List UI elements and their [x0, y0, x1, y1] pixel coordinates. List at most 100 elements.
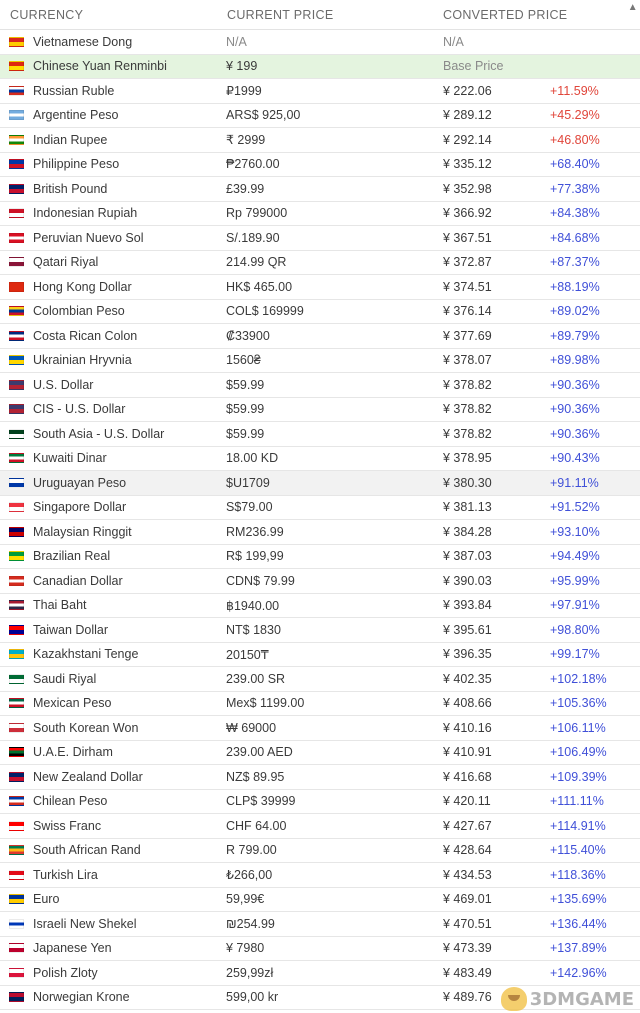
converted-price: ¥ 393.84 [443, 598, 492, 613]
currency-name: Philippine Peso [33, 157, 120, 172]
price-difference-percent: +106.11% [550, 720, 606, 735]
flag-cell [0, 600, 33, 611]
column-header-current-price[interactable]: CURRENT PRICE [227, 8, 443, 22]
table-row[interactable]: Chilean Peso CLP$ 39999 ¥ 420.11 +111.11% [0, 790, 640, 814]
table-row[interactable]: South African Rand R 799.00 ¥ 428.64 +115.4… [0, 839, 640, 863]
currency-name: Mexican Peso [33, 696, 112, 711]
sort-ascending-icon[interactable]: ▲ [628, 2, 638, 13]
table-row[interactable]: Chinese Yuan Renminbi ¥ 199 Base Price [0, 54, 640, 79]
current-price: NT$ 1830 [226, 622, 281, 637]
table-row[interactable]: Polish Zloty 259,99zł ¥ 483.49 +142.96% [0, 961, 640, 986]
table-row[interactable]: Euro 59,99€ ¥ 469.01 +135.69% [0, 888, 640, 912]
current-price: 239.00 SR [226, 671, 286, 686]
flag-cell [0, 183, 33, 194]
current-price: ₹ 2999 [226, 133, 266, 148]
price-difference-percent: +136.44% [550, 916, 607, 931]
flag-cell [0, 992, 33, 1003]
flag-cell [0, 673, 33, 684]
country-flag-icon [9, 355, 24, 366]
table-row[interactable]: Costa Rican Colon ₡33900 ¥ 377.69 +89.79% [0, 324, 640, 349]
table-row[interactable]: British Pound £39.99 ¥ 352.98 +77.38% [0, 177, 640, 202]
table-row[interactable]: Mexican Peso Mex$ 1199.00 ¥ 408.66 +105.36% [0, 692, 640, 716]
column-header-currency[interactable]: CURRENCY [0, 8, 227, 22]
table-row[interactable]: New Zealand Dollar NZ$ 89.95 ¥ 416.68 +109.… [0, 765, 640, 790]
country-flag-icon [9, 477, 24, 488]
table-row[interactable]: Hong Kong Dollar HK$ 465.00 ¥ 374.51 +88.19… [0, 275, 640, 300]
table-row[interactable]: Brazilian Real R$ 199,99 ¥ 387.03 +94.49% [0, 545, 640, 569]
converted-price: ¥ 416.68 [443, 769, 492, 784]
table-row[interactable]: Taiwan Dollar NT$ 1830 ¥ 395.61 +98.80% [0, 618, 640, 643]
currency-name: Thai Baht [33, 598, 87, 613]
flag-cell [0, 845, 33, 856]
table-row[interactable]: Swiss Franc CHF 64.00 ¥ 427.67 +114.91% [0, 814, 640, 839]
flag-cell [0, 208, 33, 219]
flag-cell [0, 330, 33, 341]
table-row[interactable]: Indonesian Rupiah Rp 799000 ¥ 366.92 +84.38… [0, 202, 640, 226]
currency-name: U.S. Dollar [33, 377, 94, 392]
table-row[interactable]: Turkish Lira ₺266,00 ¥ 434.53 +118.36% [0, 863, 640, 888]
price-difference-percent: +77.38% [550, 181, 600, 196]
table-row[interactable]: Kazakhstani Tenge 20150₸ ¥ 396.35 +99.17% [0, 643, 640, 667]
flag-cell [0, 355, 33, 366]
table-row[interactable]: Canadian Dollar CDN$ 79.99 ¥ 390.03 +95.99% [0, 569, 640, 594]
converted-price: ¥ 367.51 [443, 230, 492, 245]
table-row[interactable]: Singapore Dollar S$79.00 ¥ 381.13 +91.52% [0, 496, 640, 520]
table-row[interactable]: Kuwaiti Dinar 18.00 KD ¥ 378.95 +90.43% [0, 447, 640, 471]
flag-cell [0, 477, 33, 488]
flag-cell [0, 796, 33, 807]
currency-name: Hong Kong Dollar [33, 279, 132, 294]
table-row[interactable]: Saudi Riyal 239.00 SR ¥ 402.35 +102.18% [0, 667, 640, 692]
table-row[interactable]: Malaysian Ringgit RM236.99 ¥ 384.28 +93.10% [0, 520, 640, 545]
column-header-converted-price[interactable]: CONVERTED PRICE [443, 8, 640, 22]
table-row[interactable]: Qatari Riyal 214.99 QR ¥ 372.87 +87.37% [0, 251, 640, 275]
current-price: CDN$ 79.99 [226, 573, 295, 588]
country-flag-icon [9, 673, 24, 684]
table-row[interactable]: South Korean Won ₩ 69000 ¥ 410.16 +106.11% [0, 716, 640, 741]
country-flag-icon [9, 85, 24, 96]
table-row[interactable]: Argentine Peso ARS$ 925,00 ¥ 289.12 +45.29% [0, 104, 640, 128]
table-row[interactable]: Indian Rupee ₹ 2999 ¥ 292.14 +46.80% [0, 128, 640, 153]
current-price: 20150₸ [226, 647, 269, 662]
price-difference-percent: +106.49% [550, 745, 607, 760]
country-flag-icon [9, 600, 24, 611]
current-price: R 799.00 [226, 843, 277, 858]
table-row[interactable]: South Asia - U.S. Dollar $59.99 ¥ 378.82 +9… [0, 422, 640, 447]
table-row[interactable]: U.S. Dollar $59.99 ¥ 378.82 +90.36% [0, 373, 640, 398]
converted-price: ¥ 396.35 [443, 647, 492, 662]
table-row[interactable]: Peruvian Nuevo Sol S/.189.90 ¥ 367.51 +84.6… [0, 226, 640, 251]
price-difference-percent: +99.17% [550, 647, 600, 662]
table-row[interactable]: CIS - U.S. Dollar $59.99 ¥ 378.82 +90.36% [0, 398, 640, 422]
table-row[interactable]: Thai Baht ฿1940.00 ¥ 393.84 +97.91% [0, 594, 640, 618]
currency-name: Costa Rican Colon [33, 328, 138, 343]
price-difference-percent: +142.96% [550, 965, 607, 980]
table-row[interactable]: U.A.E. Dirham 239.00 AED ¥ 410.91 +106.49% [0, 741, 640, 765]
currency-name: Indonesian Rupiah [33, 206, 138, 221]
table-row[interactable]: Ukrainian Hryvnia 1560₴ ¥ 378.07 +89.98% [0, 349, 640, 373]
table-row[interactable]: Japanese Yen ¥ 7980 ¥ 473.39 +137.89% [0, 937, 640, 961]
converted-price: ¥ 410.16 [443, 720, 492, 735]
price-difference-percent: +87.37% [550, 255, 600, 270]
currency-name: Malaysian Ringgit [33, 524, 132, 539]
currency-name: Israeli New Shekel [33, 916, 137, 931]
currency-name: Uruguayan Peso [33, 475, 127, 490]
country-flag-icon [9, 575, 24, 586]
price-difference-percent: +137.89% [550, 941, 607, 956]
currency-name: CIS - U.S. Dollar [33, 402, 126, 417]
table-row[interactable]: Philippine Peso ₱2760.00 ¥ 335.12 +68.40% [0, 153, 640, 177]
country-flag-icon [9, 845, 24, 856]
country-flag-icon [9, 159, 24, 170]
table-row[interactable]: Vietnamese Dong N/A N/A [0, 30, 640, 55]
mascot-icon [500, 987, 527, 1011]
current-price: $59.99 [226, 377, 265, 392]
currency-name: Kuwaiti Dinar [33, 451, 107, 466]
current-price: 18.00 KD [226, 451, 279, 466]
table-row[interactable]: Colombian Peso COL$ 169999 ¥ 376.14 +89.02% [0, 300, 640, 324]
table-row[interactable]: Israeli New Shekel ₪254.99 ¥ 470.51 +136.44… [0, 912, 640, 937]
current-price: Mex$ 1199.00 [226, 696, 305, 711]
country-flag-icon [9, 820, 24, 831]
table-row[interactable]: Russian Ruble ₽1999 ¥ 222.06 +11.59% [0, 79, 640, 104]
table-row[interactable]: Uruguayan Peso $U1709 ¥ 380.30 +91.11% [0, 471, 640, 496]
price-difference-percent: +68.40% [550, 157, 600, 172]
converted-price: ¥ 473.39 [443, 941, 492, 956]
currency-name: New Zealand Dollar [33, 769, 143, 784]
